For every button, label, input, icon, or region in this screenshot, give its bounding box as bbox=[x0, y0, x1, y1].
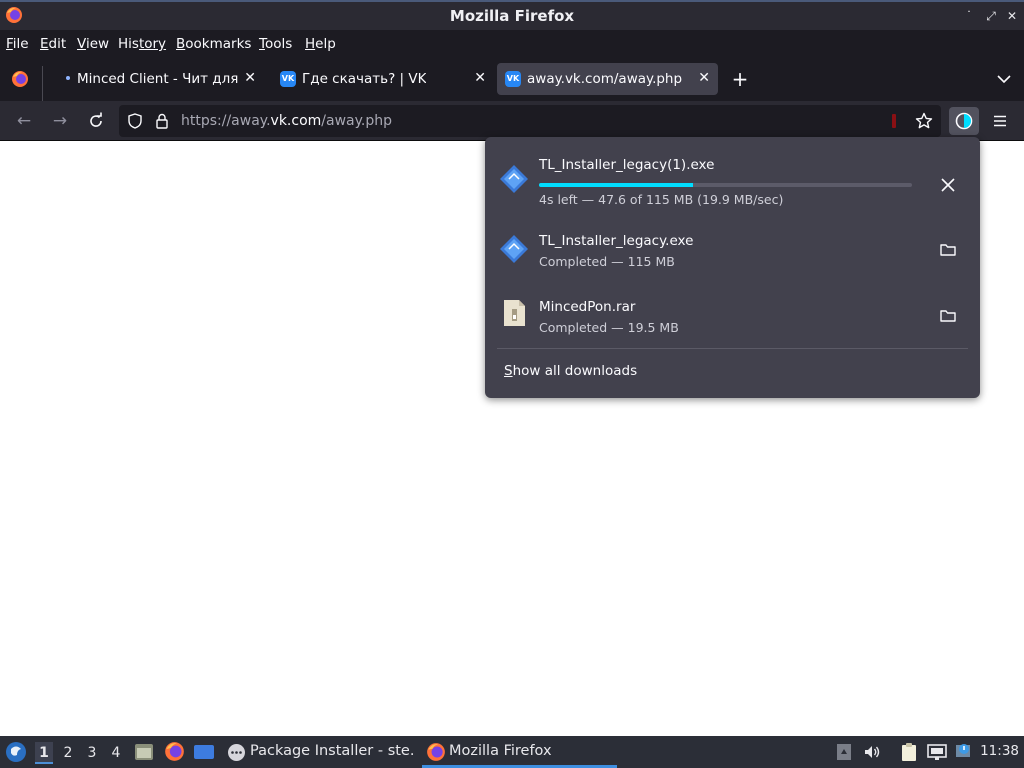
download-status: Completed — 19.5 MB bbox=[539, 320, 679, 335]
taskbar: 1 2 3 4 Package Installer - ste... Mozil… bbox=[0, 736, 1024, 768]
download-filename: TL_Installer_legacy(1).exe bbox=[539, 157, 715, 173]
tab-label: Где скачать? | VK bbox=[302, 71, 427, 87]
maximize-button[interactable]: ⤢ bbox=[983, 8, 999, 24]
menu-tools[interactable]: Tools bbox=[259, 36, 292, 52]
download-filename: MincedPon.rar bbox=[539, 299, 636, 315]
back-button[interactable]: ← bbox=[12, 109, 36, 133]
firefox-launcher-icon[interactable] bbox=[164, 741, 185, 762]
tray-scroll-icon[interactable] bbox=[835, 743, 853, 761]
tab-label: away.vk.com/away.php bbox=[527, 71, 683, 87]
network-icon[interactable] bbox=[927, 743, 947, 761]
show-all-downloads-button[interactable]: Show all downloads bbox=[504, 363, 637, 379]
unread-dot-icon bbox=[66, 76, 70, 80]
firefox-icon bbox=[427, 743, 445, 761]
close-tab-icon[interactable]: ✕ bbox=[698, 70, 710, 86]
workspace-1[interactable]: 1 bbox=[35, 742, 53, 764]
volume-icon[interactable] bbox=[863, 743, 881, 761]
panel-divider bbox=[497, 348, 968, 349]
hamburger-menu-icon[interactable] bbox=[992, 113, 1008, 129]
download-status: 4s left — 47.6 of 115 MB (19.9 MB/sec) bbox=[539, 192, 784, 207]
vk-icon: VK bbox=[280, 71, 296, 87]
menu-edit[interactable]: Edit bbox=[40, 36, 66, 52]
open-folder-icon[interactable] bbox=[936, 238, 960, 262]
show-desktop-icon[interactable] bbox=[193, 742, 215, 762]
close-tab-icon[interactable]: ✕ bbox=[244, 70, 256, 86]
downloads-button[interactable] bbox=[949, 107, 979, 135]
download-item[interactable]: MincedPon.rar Completed — 19.5 MB bbox=[485, 283, 980, 349]
window-title: Mozilla Firefox bbox=[449, 7, 575, 25]
reload-icon[interactable] bbox=[87, 112, 105, 130]
navigation-toolbar: ← → https://away.vk.com/away.php bbox=[0, 101, 1024, 141]
url-text[interactable]: https://away.vk.com/away.php bbox=[181, 113, 392, 129]
tab-minced-client[interactable]: Minced Client - Чит для Майнкрафт ✕ bbox=[50, 63, 264, 95]
firefox-view-icon[interactable] bbox=[11, 70, 29, 88]
menu-file[interactable]: File bbox=[6, 36, 29, 52]
download-filename: TL_Installer_legacy.exe bbox=[539, 233, 694, 249]
vk-icon: VK bbox=[505, 71, 521, 87]
cancel-download-icon[interactable] bbox=[936, 173, 960, 197]
download-progress-fill bbox=[539, 183, 694, 187]
clock: 11:38 bbox=[980, 743, 1019, 759]
clipboard-icon[interactable] bbox=[899, 743, 919, 761]
close-tab-icon[interactable]: ✕ bbox=[474, 70, 486, 86]
window-titlebar: Mozilla Firefox ˙ ⤢ ✕ bbox=[0, 0, 1024, 30]
minimize-button[interactable]: ˙ bbox=[961, 8, 977, 24]
task-label: Mozilla Firefox bbox=[449, 743, 552, 759]
shield-icon[interactable] bbox=[127, 113, 143, 129]
tab-strip: Minced Client - Чит для Майнкрафт ✕ VK Г… bbox=[0, 58, 1024, 102]
task-label: Package Installer - ste... bbox=[250, 743, 416, 759]
forward-button[interactable]: → bbox=[48, 109, 72, 133]
menu-history[interactable]: History bbox=[118, 36, 166, 52]
new-tab-button[interactable]: + bbox=[729, 68, 751, 90]
extension-indicator-icon bbox=[892, 114, 896, 128]
download-progress-bar bbox=[539, 183, 912, 187]
workspace-3[interactable]: 3 bbox=[83, 742, 101, 764]
tab-separator bbox=[42, 66, 43, 102]
task-package-installer[interactable]: Package Installer - ste... bbox=[226, 738, 416, 768]
list-all-tabs-icon[interactable] bbox=[996, 72, 1012, 86]
tab-away-vk[interactable]: VK away.vk.com/away.php ✕ bbox=[497, 63, 718, 95]
menu-bar: File Edit View History Bookmarks Tools H… bbox=[0, 30, 1024, 58]
tab-vk-where-download[interactable]: VK Где скачать? | VK ✕ bbox=[272, 63, 494, 95]
tab-label: Minced Client - Чит для Майнкрафт bbox=[77, 71, 243, 87]
close-window-button[interactable]: ✕ bbox=[1004, 8, 1020, 24]
exe-file-icon bbox=[500, 165, 528, 193]
task-mozilla-firefox[interactable]: Mozilla Firefox bbox=[422, 738, 617, 768]
download-item[interactable]: TL_Installer_legacy.exe Completed — 115 … bbox=[485, 217, 980, 283]
update-notifier-icon[interactable] bbox=[955, 743, 973, 761]
star-icon[interactable] bbox=[915, 112, 933, 130]
menu-help[interactable]: Help bbox=[305, 36, 336, 52]
workspace-2[interactable]: 2 bbox=[59, 742, 77, 764]
open-folder-icon[interactable] bbox=[936, 304, 960, 328]
download-status: Completed — 115 MB bbox=[539, 254, 675, 269]
workspace-4[interactable]: 4 bbox=[107, 742, 125, 764]
archive-file-icon bbox=[504, 300, 525, 326]
url-bar[interactable]: https://away.vk.com/away.php bbox=[119, 105, 941, 137]
download-progress-icon bbox=[955, 112, 973, 130]
menu-view[interactable]: View bbox=[77, 36, 109, 52]
exe-file-icon bbox=[500, 235, 528, 263]
start-menu-icon[interactable] bbox=[5, 741, 27, 763]
downloads-panel: TL_Installer_legacy(1).exe 4s left — 47.… bbox=[485, 137, 980, 398]
file-manager-icon[interactable] bbox=[134, 742, 154, 762]
menu-bookmarks[interactable]: Bookmarks bbox=[176, 36, 251, 52]
lock-icon[interactable] bbox=[155, 113, 169, 129]
package-installer-icon bbox=[228, 744, 245, 761]
download-item[interactable]: TL_Installer_legacy(1).exe 4s left — 47.… bbox=[485, 142, 980, 208]
